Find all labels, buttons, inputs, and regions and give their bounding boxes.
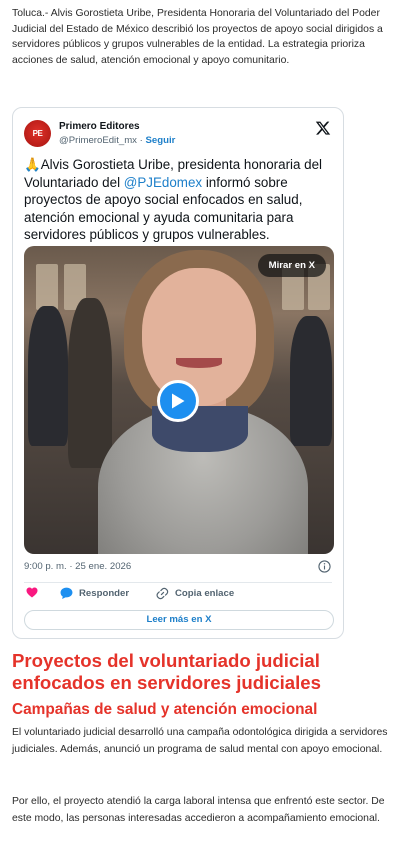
woman-mouth xyxy=(176,358,222,368)
article-paragraph: El voluntariado judicial desarrolló una … xyxy=(12,727,388,755)
heart-icon xyxy=(26,587,38,598)
copy-link-button[interactable]: Copia enlace xyxy=(156,587,234,600)
link-icon xyxy=(156,587,169,600)
reply-label: Responder xyxy=(79,587,130,599)
x-logo-icon[interactable] xyxy=(315,120,331,136)
follow-button[interactable]: Seguir xyxy=(146,135,176,146)
article-paragraph: Por ello, el proyecto atendió la carga l… xyxy=(12,796,385,824)
copy-link-label: Copia enlace xyxy=(175,588,235,599)
author-handle[interactable]: @PrimeroEdit_mx xyxy=(59,135,137,146)
tweet-header: PE Primero Editores @PrimeroEdit_mx · Se… xyxy=(24,118,333,152)
read-more-on-x-button[interactable]: Leer más en X xyxy=(24,610,334,630)
info-icon[interactable] xyxy=(318,560,331,573)
tweet-divider xyxy=(24,582,332,583)
woman-face xyxy=(142,268,256,406)
embedded-tweet: PE Primero Editores @PrimeroEdit_mx · Se… xyxy=(12,107,344,639)
like-button[interactable] xyxy=(26,587,38,598)
avatar[interactable]: PE xyxy=(24,120,51,147)
pray-emoji: 🙏 xyxy=(24,157,41,172)
handle-separator: · xyxy=(136,135,146,146)
tweet-actions: Responder Copia enlace xyxy=(24,587,334,605)
tweet-text: 🙏Alvis Gorostieta Uribe, presidenta hono… xyxy=(24,156,336,244)
section-subheading: Campañas de salud y atención emocional xyxy=(12,701,318,718)
reply-icon xyxy=(60,587,73,599)
play-icon xyxy=(172,393,185,409)
section-heading: Proyectos del voluntariado judicial enfo… xyxy=(12,650,321,693)
background-window xyxy=(36,264,58,310)
background-person xyxy=(28,306,68,446)
handle-line: @PrimeroEdit_mx · Seguir xyxy=(59,135,175,146)
tweet-timestamp[interactable]: 9:00 p. m. · 25 ene. 2026 xyxy=(24,561,131,572)
article-lead: Toluca.- Alvis Gorostieta Uribe, Preside… xyxy=(12,8,383,66)
play-button[interactable] xyxy=(157,380,199,422)
background-person xyxy=(68,298,112,468)
author-name[interactable]: Primero Editores xyxy=(59,121,140,132)
background-person xyxy=(290,316,332,446)
watch-on-x-button[interactable]: Mirar en X xyxy=(257,254,326,277)
video-thumbnail[interactable]: Mirar en X xyxy=(24,246,334,554)
mention-link[interactable]: @PJEdomex xyxy=(124,175,202,190)
reply-button[interactable]: Responder xyxy=(60,587,129,599)
avatar-initials: PE xyxy=(32,129,43,138)
